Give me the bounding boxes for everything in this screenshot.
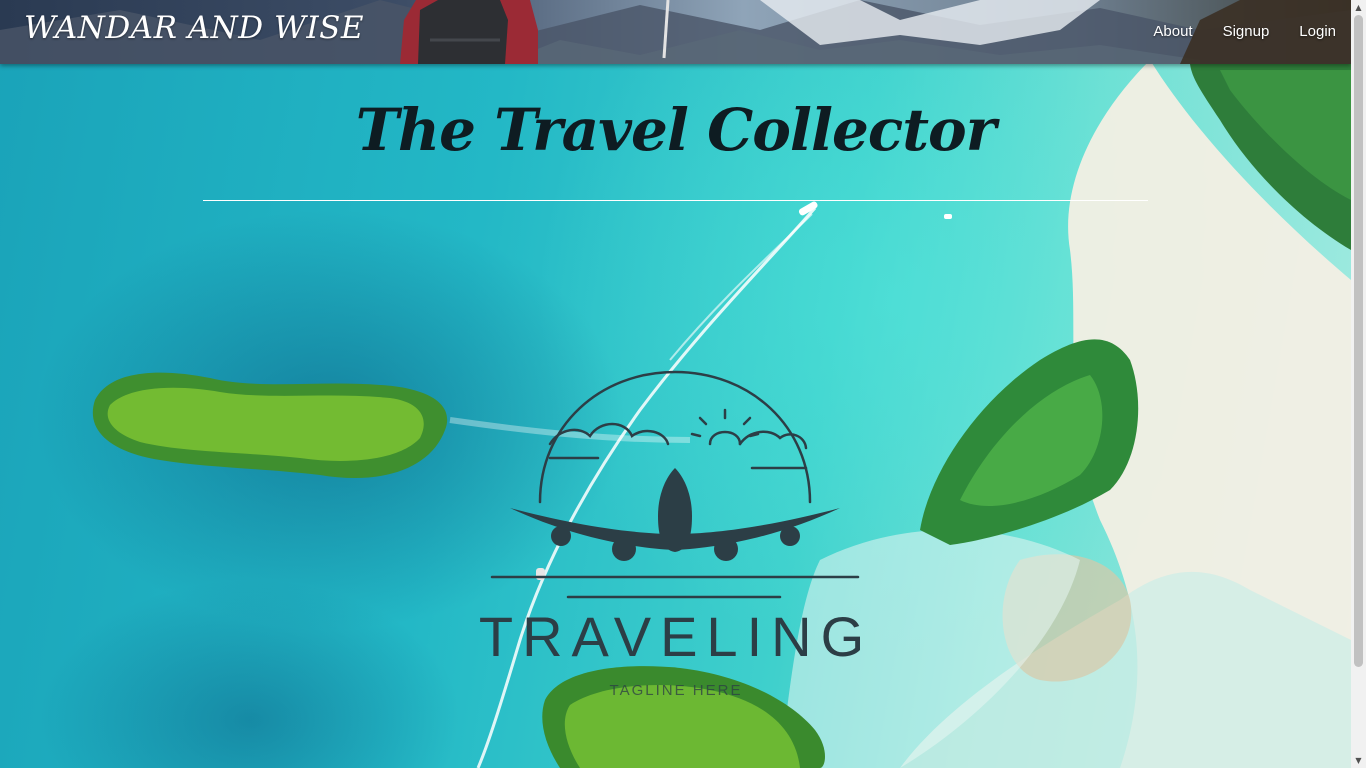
scrollbar-thumb[interactable]: [1354, 15, 1363, 667]
title-divider: [203, 200, 1148, 201]
nav-link-signup[interactable]: Signup: [1223, 23, 1270, 40]
nav-link-about[interactable]: About: [1153, 23, 1192, 40]
logo-wordmark: TRAVELING: [478, 605, 874, 668]
nav-links: About Signup Login: [1123, 23, 1336, 40]
nav-link-login[interactable]: Login: [1299, 23, 1336, 40]
logo-tagline: TAGLINE HERE: [609, 682, 743, 699]
page-title: The Travel Collector: [355, 96, 997, 164]
scroll-down-arrow-icon[interactable]: ▼: [1351, 753, 1366, 768]
vertical-scrollbar[interactable]: ▲ ▼: [1351, 0, 1366, 768]
brand-logo-text[interactable]: WANDAR AND WISE: [24, 10, 364, 46]
navbar: WANDAR AND WISE About Signup Login: [0, 0, 1351, 64]
scroll-up-arrow-icon[interactable]: ▲: [1351, 0, 1366, 15]
